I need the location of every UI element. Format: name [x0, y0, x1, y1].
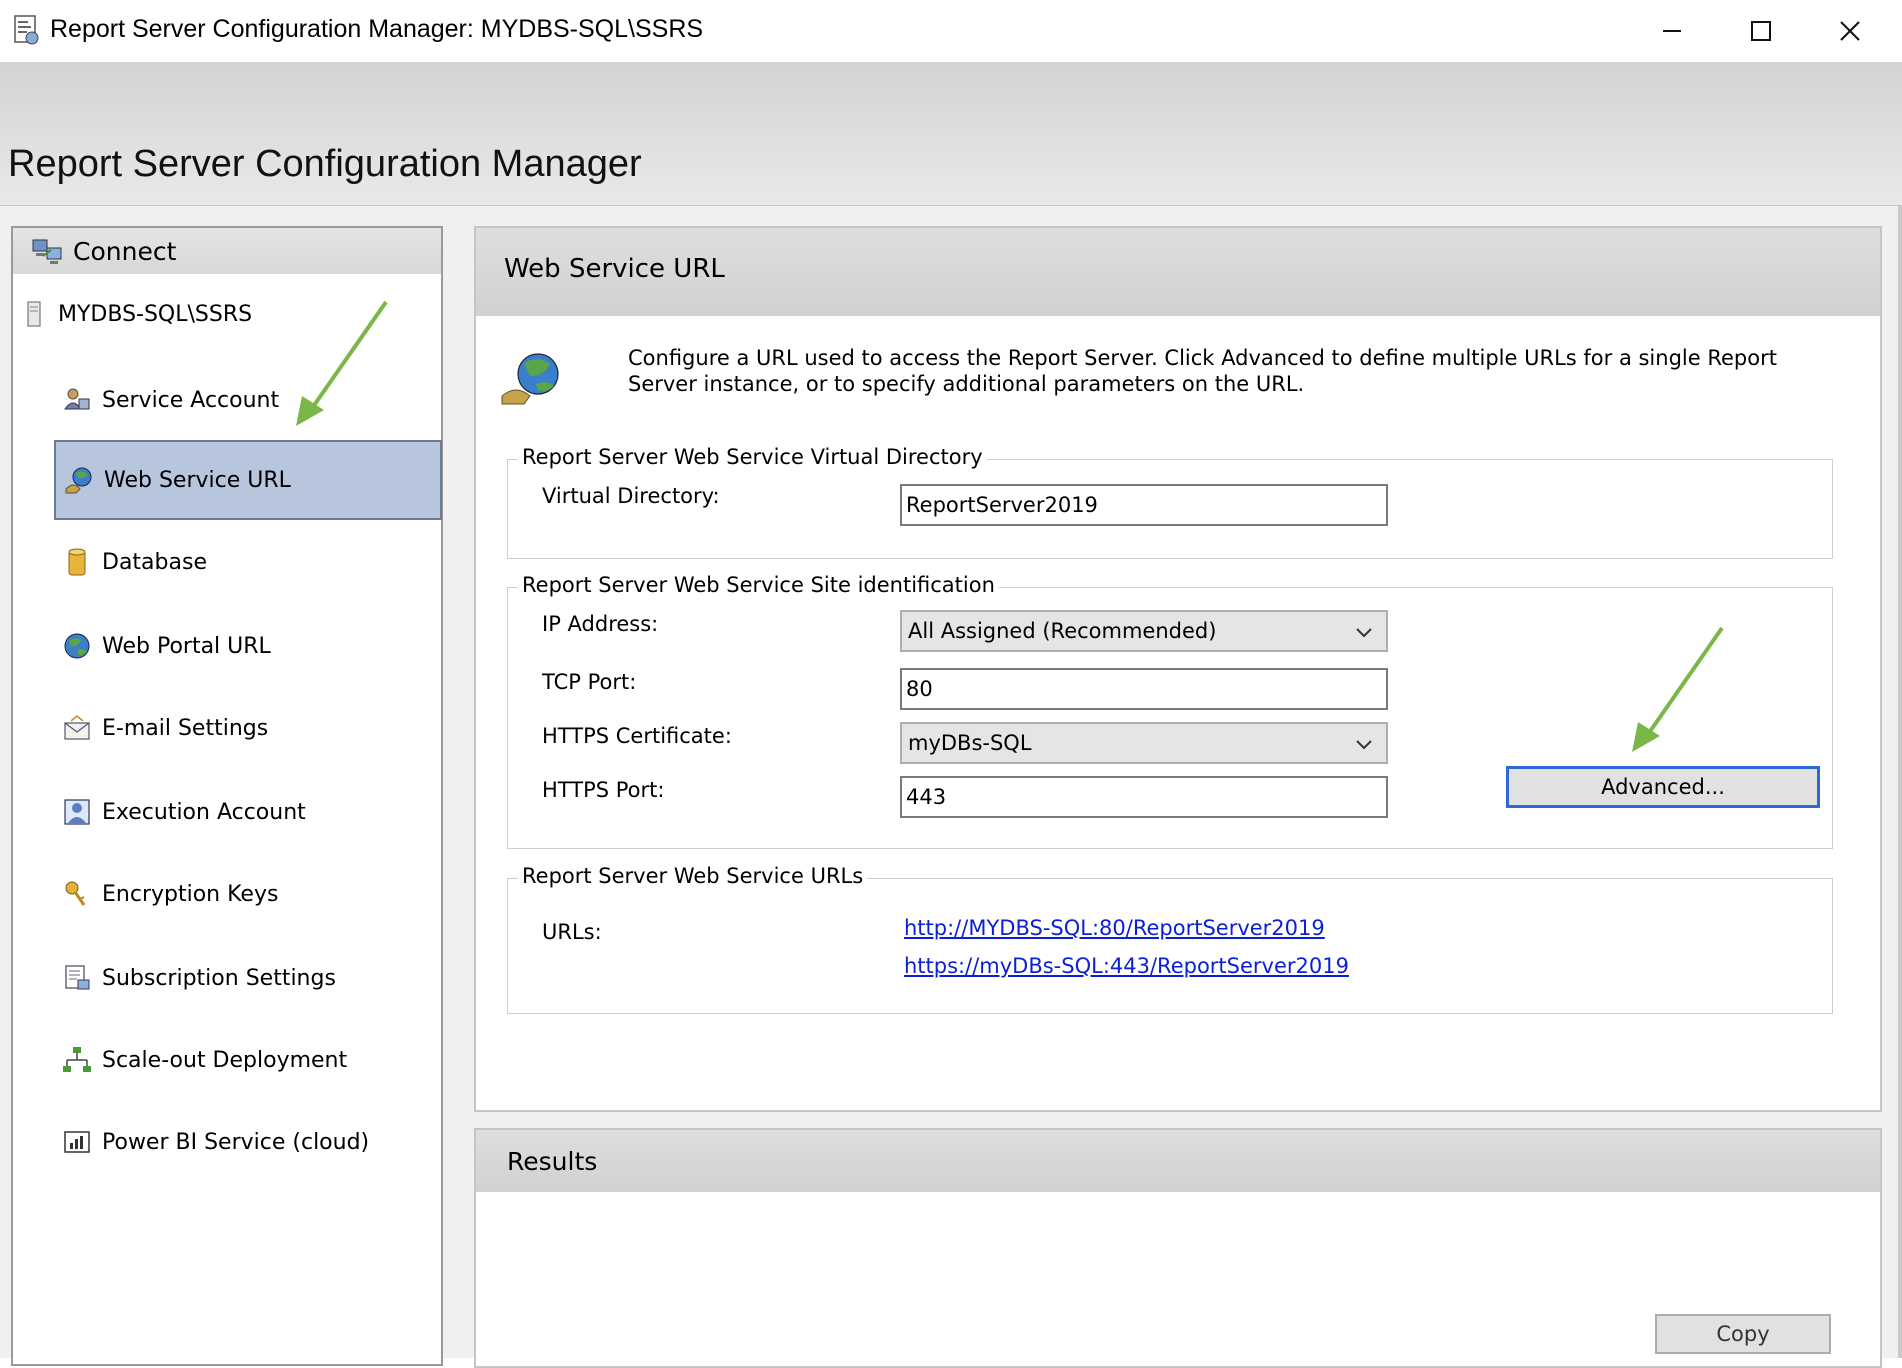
- database-icon: [68, 548, 86, 576]
- urls-legend: Report Server Web Service URLs: [518, 864, 868, 888]
- section-heading: Web Service URL: [504, 254, 725, 284]
- connect-icon: [32, 239, 62, 264]
- window-edge: [1898, 206, 1902, 1358]
- minimize-icon: [1663, 30, 1681, 32]
- results-panel-header: [476, 1130, 1880, 1192]
- https-certificate-select[interactable]: myDBs-SQL: [900, 722, 1388, 764]
- site-identification-legend: Report Server Web Service Site identific…: [518, 573, 999, 597]
- service-account-icon: [64, 388, 90, 410]
- web-service-icon: [65, 467, 92, 494]
- subscription-icon: [65, 965, 90, 990]
- results-heading: Results: [507, 1147, 598, 1176]
- copy-button[interactable]: Copy: [1655, 1314, 1831, 1354]
- sidebar-item-web-portal-url[interactable]: Web Portal URL: [54, 608, 440, 684]
- close-icon: [1840, 21, 1860, 41]
- virtual-directory-label: Virtual Directory:: [542, 484, 720, 508]
- keys-icon: [65, 881, 86, 906]
- globe-icon: [64, 633, 90, 659]
- maximize-button[interactable]: [1717, 0, 1805, 62]
- urls-label: URLs:: [542, 920, 602, 944]
- https-certificate-value: myDBs-SQL: [908, 731, 1032, 755]
- annotation-arrow-icon: [1632, 626, 1724, 752]
- virtual-directory-legend: Report Server Web Service Virtual Direct…: [518, 445, 987, 469]
- power-bi-icon: [64, 1131, 90, 1153]
- execution-account-icon: [64, 799, 90, 825]
- tcp-port-input[interactable]: [900, 668, 1388, 710]
- connect-button[interactable]: Connect: [13, 228, 441, 274]
- intro-text: Configure a URL used to access the Repor…: [628, 346, 1777, 396]
- sidebar-item-label: Subscription Settings: [102, 965, 336, 991]
- scale-out-icon: [63, 1047, 91, 1072]
- minimize-button[interactable]: [1628, 0, 1716, 62]
- sidebar-item-label: Web Service URL: [104, 467, 291, 493]
- sidebar-item-label: Encryption Keys: [102, 881, 279, 907]
- virtual-directory-input[interactable]: [900, 484, 1388, 526]
- window-title: Report Server Configuration Manager: MYD…: [50, 15, 704, 43]
- sidebar-item-subscription-settings[interactable]: Subscription Settings: [54, 940, 440, 1016]
- sidebar-item-label: Web Portal URL: [102, 633, 271, 659]
- ip-address-label: IP Address:: [542, 612, 659, 636]
- sidebar-item-email-settings[interactable]: E-mail Settings: [54, 690, 440, 766]
- https-port-input[interactable]: [900, 776, 1388, 818]
- ip-address-value: All Assigned (Recommended): [908, 619, 1217, 643]
- connect-label: Connect: [73, 236, 177, 266]
- sidebar-item-label: Execution Account: [102, 799, 306, 825]
- https-url-link[interactable]: https://myDBs-SQL:443/ReportServer2019: [904, 954, 1349, 978]
- urls-group: [507, 878, 1833, 1014]
- maximize-icon: [1751, 21, 1771, 41]
- sidebar-item-power-bi-service[interactable]: Power BI Service (cloud): [54, 1104, 440, 1180]
- ip-address-select[interactable]: All Assigned (Recommended): [900, 610, 1388, 652]
- https-certificate-label: HTTPS Certificate:: [542, 724, 732, 748]
- sidebar-item-encryption-keys[interactable]: Encryption Keys: [54, 856, 440, 932]
- chevron-down-icon: [1356, 628, 1372, 638]
- sidebar-item-scale-out-deployment[interactable]: Scale-out Deployment: [54, 1022, 440, 1098]
- chevron-down-icon: [1356, 740, 1372, 750]
- tcp-port-label: TCP Port:: [542, 670, 637, 694]
- app-icon: [14, 15, 39, 45]
- server-node[interactable]: MYDBS-SQL\SSRS: [26, 300, 252, 328]
- sidebar-item-execution-account[interactable]: Execution Account: [54, 774, 440, 850]
- page-title: Report Server Configuration Manager: [8, 143, 642, 185]
- sidebar-item-label: Scale-out Deployment: [102, 1047, 348, 1073]
- close-button[interactable]: [1806, 0, 1894, 62]
- sidebar-item-web-service-url[interactable]: Web Service URL: [54, 440, 442, 520]
- advanced-button[interactable]: Advanced...: [1506, 766, 1820, 808]
- email-icon: [64, 715, 90, 740]
- web-service-globe-icon: [501, 353, 559, 405]
- server-icon: [27, 301, 41, 327]
- sidebar-item-label: E-mail Settings: [102, 715, 269, 741]
- sidebar-item-label: Database: [102, 549, 207, 575]
- sidebar-item-label: Power BI Service (cloud): [102, 1129, 370, 1155]
- http-url-link[interactable]: http://MYDBS-SQL:80/ReportServer2019: [904, 916, 1325, 940]
- https-port-label: HTTPS Port:: [542, 778, 665, 802]
- annotation-arrow-icon: [296, 300, 388, 426]
- server-label: MYDBS-SQL\SSRS: [58, 301, 253, 327]
- sidebar-item-label: Service Account: [102, 387, 280, 413]
- sidebar-item-database[interactable]: Database: [54, 524, 440, 600]
